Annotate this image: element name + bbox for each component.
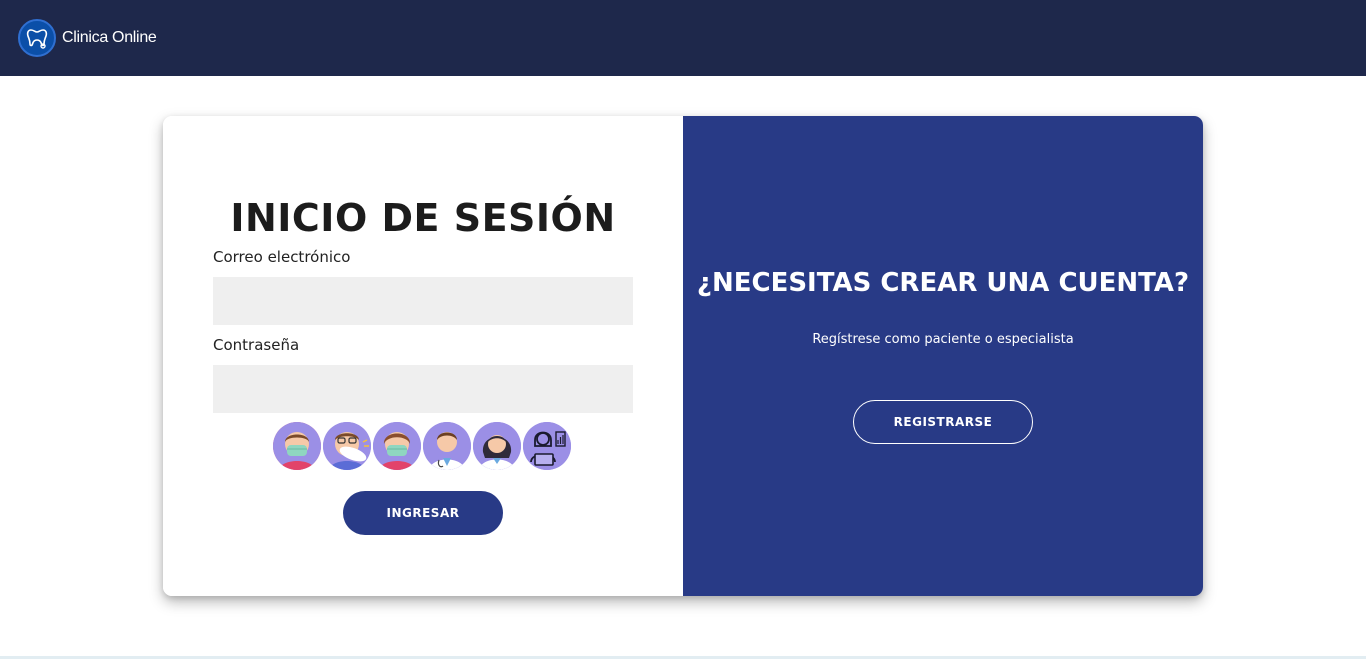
quick-access-avatars	[273, 422, 571, 470]
email-field[interactable]	[213, 277, 633, 325]
tooth-stethoscope-icon	[18, 19, 56, 57]
patient-sneezing-glasses-icon[interactable]	[323, 422, 371, 470]
admin-laptop-icon[interactable]	[523, 422, 571, 470]
login-title: INICIO DE SESIÓN	[230, 196, 616, 240]
doctor-male-icon[interactable]	[423, 422, 471, 470]
register-panel: ¿NECESITAS CREAR UNA CUENTA? Regístrese …	[683, 116, 1203, 596]
register-subtitle: Regístrese como paciente o especialista	[812, 332, 1074, 347]
auth-card: INICIO DE SESIÓN Correo electrónico Cont…	[163, 116, 1203, 596]
login-button[interactable]: INGRESAR	[343, 491, 503, 535]
patient-masked-female-icon[interactable]	[373, 422, 421, 470]
email-label: Correo electrónico	[213, 248, 351, 266]
brand-name: Clinica Online	[62, 29, 157, 46]
password-field[interactable]	[213, 365, 633, 413]
top-navbar: Clinica Online	[0, 0, 1366, 76]
password-label: Contraseña	[213, 336, 300, 354]
brand-link[interactable]: Clinica Online	[18, 19, 157, 57]
patient-masked-male-icon[interactable]	[273, 422, 321, 470]
register-button[interactable]: REGISTRARSE	[853, 400, 1033, 444]
doctor-female-icon[interactable]	[473, 422, 521, 470]
login-panel: INICIO DE SESIÓN Correo electrónico Cont…	[163, 116, 683, 596]
register-title: ¿NECESITAS CREAR UNA CUENTA?	[696, 268, 1190, 298]
